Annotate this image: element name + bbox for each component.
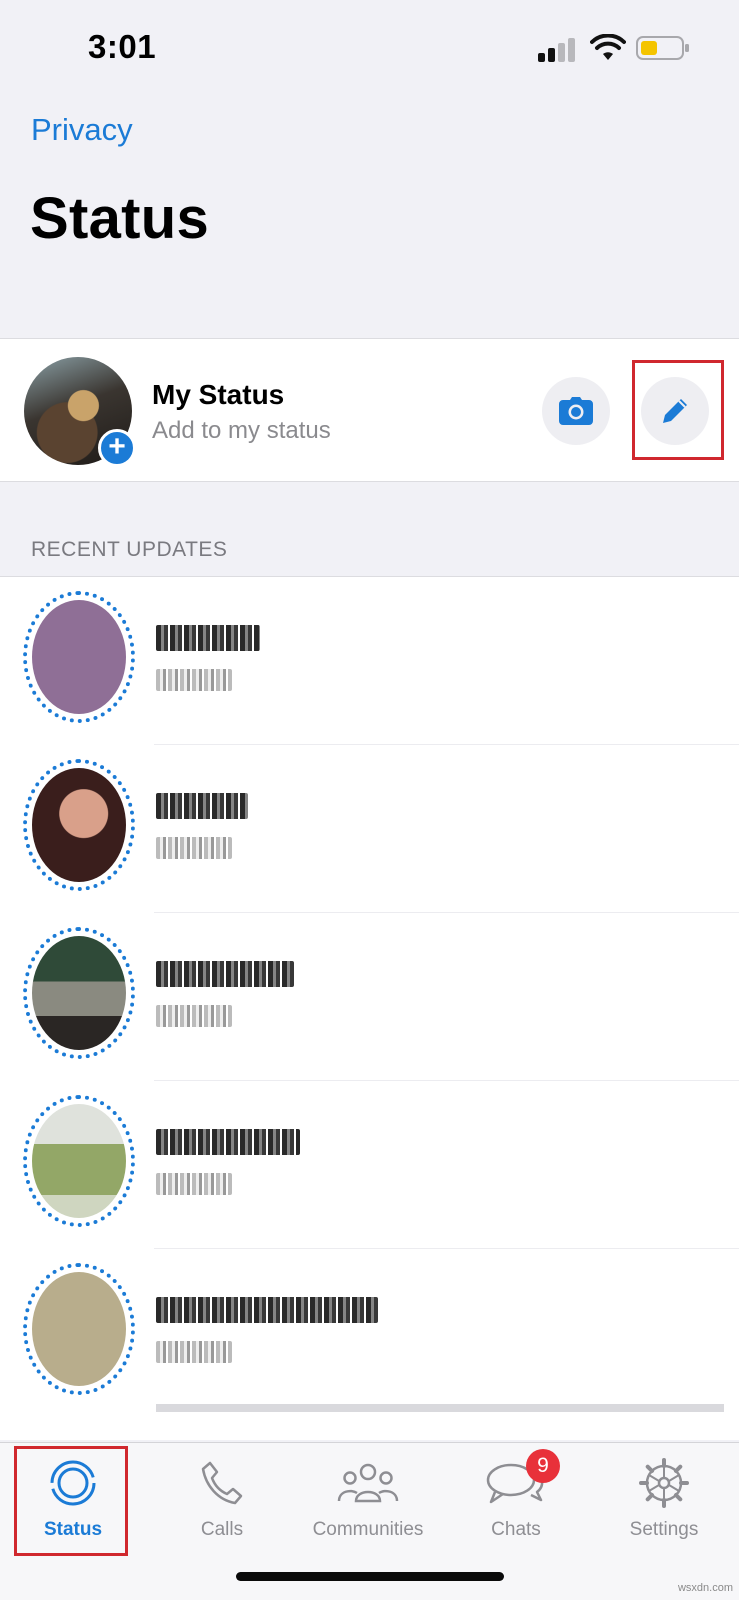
wifi-icon xyxy=(590,34,626,60)
home-indicator[interactable] xyxy=(236,1572,504,1581)
list-item[interactable] xyxy=(0,913,739,1081)
tab-chats[interactable]: 9 Chats xyxy=(446,1449,586,1553)
blurred-time xyxy=(156,1341,232,1363)
list-item[interactable] xyxy=(0,1081,739,1249)
blurred-time xyxy=(156,837,232,859)
tab-label: Settings xyxy=(629,1519,699,1540)
camera-icon xyxy=(559,397,593,425)
blurred-name xyxy=(156,961,294,987)
blurred-time xyxy=(156,1005,232,1027)
my-status-subtitle: Add to my status xyxy=(152,417,331,444)
list-item[interactable] xyxy=(0,577,739,745)
status-ring xyxy=(23,591,135,723)
blurred-time xyxy=(156,1173,232,1195)
avatar xyxy=(32,1272,126,1386)
status-ring xyxy=(23,927,135,1059)
clock: 3:01 xyxy=(88,28,157,65)
camera-button[interactable] xyxy=(542,377,610,445)
list-item[interactable] xyxy=(0,1249,739,1417)
gear-icon xyxy=(639,1458,689,1508)
unread-badge: 9 xyxy=(526,1449,560,1483)
avatar xyxy=(32,768,126,882)
list-item[interactable] xyxy=(0,745,739,913)
plus-icon[interactable]: + xyxy=(98,429,136,467)
tab-label: Communities xyxy=(312,1519,424,1540)
status-ring xyxy=(23,1263,135,1395)
blurred-name xyxy=(156,793,248,819)
highlight-box-status-tab xyxy=(14,1446,128,1556)
status-ring xyxy=(23,759,135,891)
back-link-privacy[interactable]: Privacy xyxy=(31,112,133,148)
tab-settings[interactable]: Settings xyxy=(594,1453,734,1553)
page-title: Status xyxy=(30,186,210,251)
communities-icon xyxy=(337,1463,399,1503)
blurred-time xyxy=(156,669,232,691)
my-status-name: My Status xyxy=(152,379,285,410)
tab-calls[interactable]: Calls xyxy=(152,1453,292,1553)
avatar xyxy=(32,1104,126,1218)
avatar xyxy=(32,936,126,1050)
watermark: wsxdn.com xyxy=(677,1582,733,1594)
blurred-name xyxy=(156,1129,300,1155)
avatar xyxy=(32,600,126,714)
phone-icon xyxy=(201,1461,243,1505)
status-ring xyxy=(23,1095,135,1227)
scroll-indicator xyxy=(156,1404,724,1412)
blurred-name xyxy=(156,625,260,651)
status-bar: 3:01 xyxy=(0,0,739,100)
battery-icon xyxy=(636,36,689,60)
tab-label: Chats xyxy=(491,1519,541,1540)
tab-communities[interactable]: Communities xyxy=(298,1453,438,1553)
cellular-signal-icon xyxy=(538,36,578,62)
section-title-recent: RECENT UPDATES xyxy=(31,538,228,561)
highlight-box-pencil xyxy=(632,360,724,460)
my-status-card[interactable]: + My Status Add to my status xyxy=(0,338,739,482)
blurred-name xyxy=(156,1297,378,1323)
tab-label: Calls xyxy=(200,1519,244,1540)
recent-updates-list xyxy=(0,576,739,1440)
